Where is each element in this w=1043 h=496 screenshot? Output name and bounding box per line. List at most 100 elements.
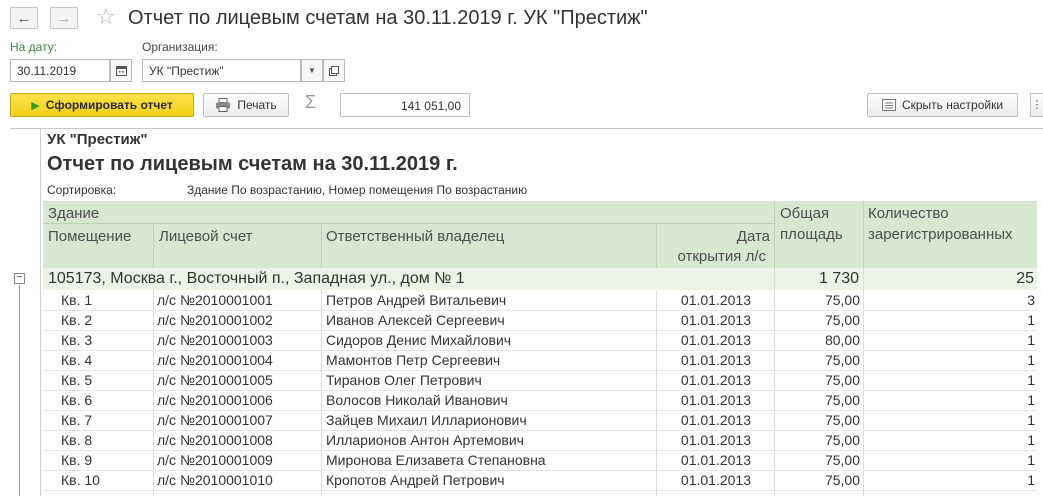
table-row[interactable]: Кв. 5 л/с №2010001005 Тиранов Олег Петрови…: [43, 370, 1037, 390]
cell-count: 1: [1027, 332, 1035, 348]
cell-area: 75,00: [824, 412, 860, 428]
table-row[interactable]: Кв. 1 л/с №2010001001 Петров Андрей Виталь…: [43, 290, 1037, 310]
cell-area: 75,00: [824, 472, 860, 488]
table-row[interactable]: Кв. 9 л/с №2010001009 Миронова Елизавета С…: [43, 450, 1037, 470]
cell-owner: Тиранов Олег Петрович: [326, 372, 482, 388]
cell-owner: Илларионов Антон Артемович: [326, 432, 524, 448]
cell-room: Кв. 2: [61, 312, 93, 328]
header-area-line2: площадь: [780, 226, 843, 243]
header-area-line1: Общая: [780, 205, 830, 222]
header-open-date-line2: открытия л/с: [677, 248, 766, 265]
cell-date: 01.01.2013: [680, 372, 751, 388]
hide-settings-button[interactable]: Скрыть настройки: [867, 93, 1018, 117]
favorite-star-icon[interactable]: ☆: [96, 4, 116, 30]
calendar-button[interactable]: [110, 59, 132, 82]
org-dropdown-button[interactable]: ▼: [301, 59, 323, 82]
cell-area: 80,00: [824, 332, 860, 348]
cell-room: Кв. 5: [61, 372, 93, 388]
header-count-line1: Количество: [868, 205, 949, 222]
org-open-button[interactable]: [323, 59, 345, 82]
cell-account: л/с №2010001010: [157, 472, 273, 488]
sum-field: 141 051,00: [340, 93, 470, 117]
report-title: Отчет по лицевым счетам на 30.11.2019 г.: [47, 153, 458, 175]
cell-count: 1: [1027, 472, 1035, 488]
header-room: Помещение: [48, 228, 132, 245]
collapse-group-icon[interactable]: −: [14, 273, 25, 284]
table-row[interactable]: Кв. 6 л/с №2010001006 Волосов Николай Иван…: [43, 390, 1037, 410]
cell-owner: Иванов Алексей Сергеевич: [326, 312, 505, 328]
cell-room: Кв. 10: [61, 472, 100, 488]
header-account: Лицевой счет: [159, 228, 253, 245]
cell-area: 75,00: [824, 392, 860, 408]
header-owner: Ответственный владелец: [326, 228, 505, 245]
table-row[interactable]: Кв. 2 л/с №2010001002 Иванов Алексей Серге…: [43, 310, 1037, 330]
table-row[interactable]: Кв. 3 л/с №2010001003 Сидоров Денис Михайл…: [43, 330, 1037, 350]
dropdown-arrow-icon: ▼: [308, 66, 316, 75]
cell-account: л/с №2010001007: [157, 412, 273, 428]
cell-count: 1: [1027, 352, 1035, 368]
generate-report-label: Сформировать отчет: [45, 98, 173, 112]
report-organization: УК "Престиж": [47, 131, 148, 148]
print-button[interactable]: Печать: [203, 93, 289, 117]
more-actions-button[interactable]: ⋮: [1030, 93, 1043, 117]
window-title: Отчет по лицевым счетам на 30.11.2019 г.…: [128, 7, 648, 29]
cell-room: Кв. 7: [61, 412, 93, 428]
cell-area: 75,00: [824, 352, 860, 368]
table-row[interactable]: Кв. 4 л/с №2010001004 Мамонтов Петр Сергее…: [43, 350, 1037, 370]
date-field[interactable]: 30.11.2019: [10, 59, 110, 82]
table-row[interactable]: Кв. 7 л/с №2010001007 Зайцев Михаил Иллари…: [43, 410, 1037, 430]
group-count-total: 25: [1016, 270, 1034, 287]
cell-area: 75,00: [824, 452, 860, 468]
cell-date: 01.01.2013: [680, 332, 751, 348]
table-row[interactable]: Кв. 10 л/с №2010001010 Кропотов Андрей Пет…: [43, 470, 1037, 490]
generate-report-button[interactable]: ▶ Сформировать отчет: [10, 93, 194, 117]
play-icon: ▶: [31, 99, 40, 112]
calendar-icon: [115, 66, 127, 76]
cell-date: 01.01.2013: [680, 292, 751, 308]
cell-owner: Петров Андрей Витальевич: [326, 292, 507, 308]
printer-icon: [216, 98, 231, 112]
group-building-name: 105173, Москва г., Восточный п., Западна…: [48, 270, 465, 287]
cell-room: Кв. 6: [61, 392, 93, 408]
cell-owner: Кропотов Андрей Петрович: [326, 472, 505, 488]
cell-room: Кв. 4: [61, 352, 93, 368]
table-row[interactable]: Кв. 8 л/с №2010001008 Илларионов Антон Арт…: [43, 430, 1037, 450]
print-label: Печать: [237, 98, 277, 112]
cell-date: 01.01.2013: [680, 432, 751, 448]
cell-date: 01.01.2013: [680, 412, 751, 428]
group-area-total: 1 730: [818, 270, 859, 287]
cell-account: л/с №2010001005: [157, 372, 273, 388]
group-tree-line: [19, 285, 20, 496]
header-building: Здание: [48, 205, 100, 222]
cell-account: л/с №2010001008: [157, 432, 273, 448]
arrow-left-icon: ←: [16, 9, 32, 27]
cell-owner: Зайцев Михаил Илларионович: [326, 412, 527, 428]
organization-field[interactable]: УК "Престиж": [142, 59, 301, 82]
cell-room: Кв. 9: [61, 452, 93, 468]
cell-owner: Миронова Елизавета Степановна: [326, 452, 546, 468]
cell-area: 75,00: [824, 372, 860, 388]
arrow-right-icon: →: [56, 9, 72, 27]
cell-count: 1: [1027, 392, 1035, 408]
cell-count: 1: [1027, 372, 1035, 388]
cell-area: 75,00: [824, 432, 860, 448]
org-label: Организация:: [142, 40, 218, 54]
cell-date: 01.01.2013: [680, 452, 751, 468]
cell-date: 01.01.2013: [680, 472, 751, 488]
cell-room: Кв. 1: [61, 292, 93, 308]
cell-count: 3: [1027, 292, 1035, 308]
sort-value: Здание По возрастанию, Номер помещения П…: [187, 183, 528, 197]
open-form-icon: [329, 65, 339, 76]
cell-count: 1: [1027, 412, 1035, 428]
cell-area: 75,00: [824, 312, 860, 328]
cell-count: 1: [1027, 452, 1035, 468]
settings-panel-icon: [881, 99, 896, 111]
forward-button[interactable]: →: [50, 7, 78, 29]
cell-owner: Мамонтов Петр Сергеевич: [326, 352, 501, 368]
cell-area: 75,00: [824, 292, 860, 308]
cell-account: л/с №2010001003: [157, 332, 273, 348]
header-open-date-line1: Дата: [736, 228, 770, 245]
cell-date: 01.01.2013: [680, 312, 751, 328]
sort-label: Сортировка:: [47, 183, 117, 197]
back-button[interactable]: ←: [10, 7, 38, 29]
